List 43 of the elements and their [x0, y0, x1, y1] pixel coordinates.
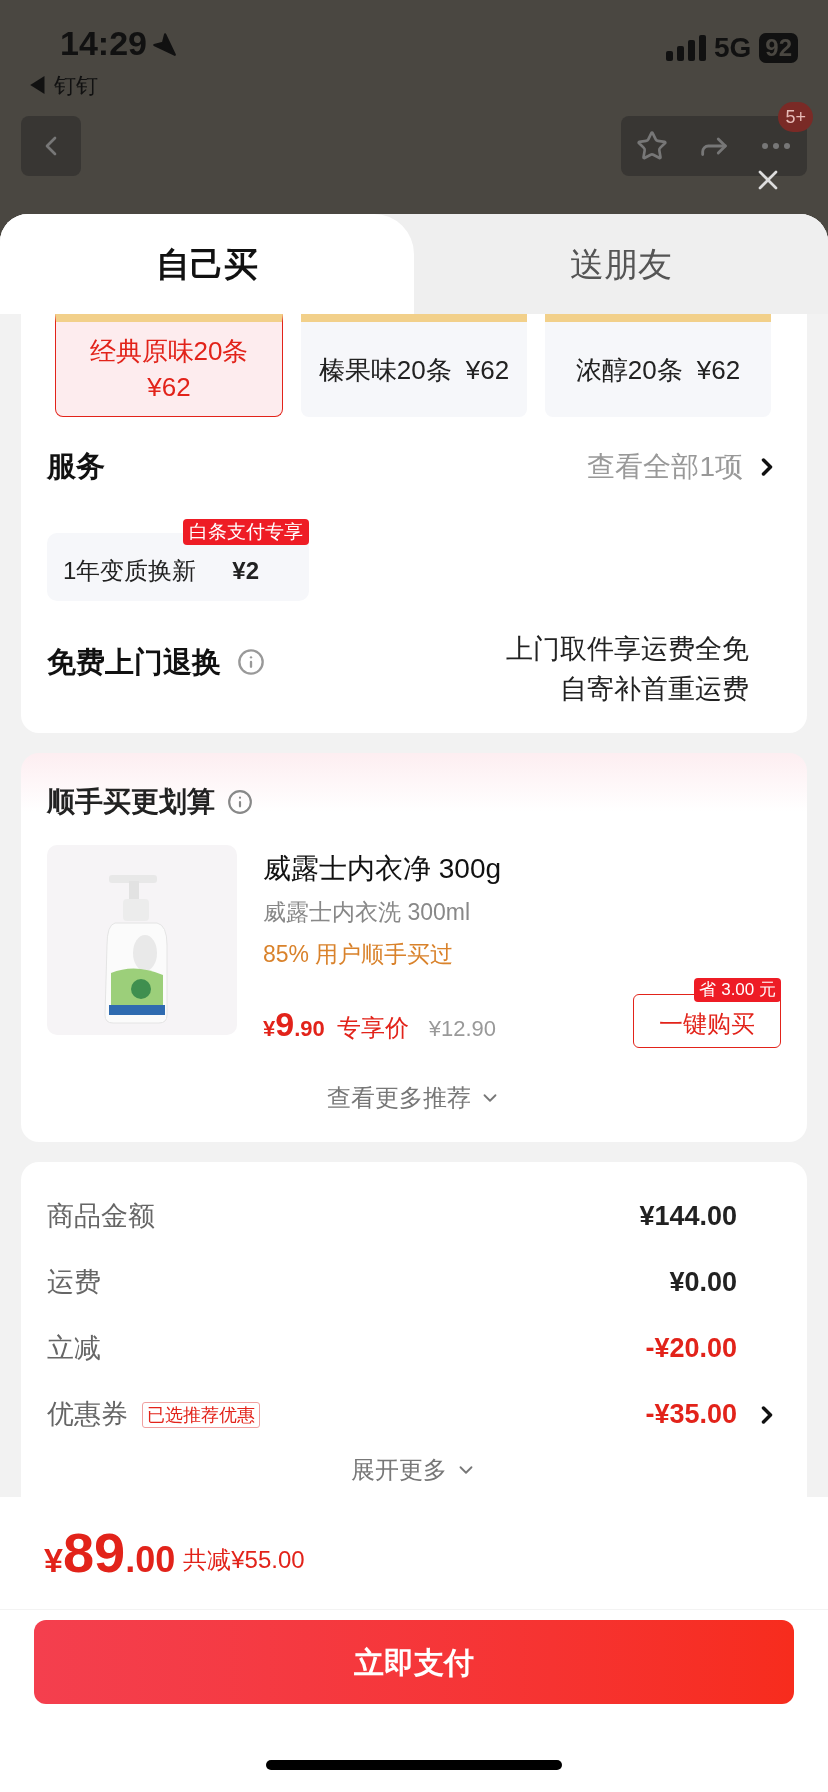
summary-value: -¥35.00 — [645, 1398, 737, 1432]
section-title: 免费上门退换 — [47, 644, 221, 680]
tab[interactable]: 自己买 — [0, 214, 414, 314]
original-price: ¥12.90 — [428, 1014, 497, 1043]
product-name: 威露士内衣净 300g — [263, 851, 503, 886]
purchase-note: 85% 用户顺手买过 — [263, 940, 455, 969]
product-price: ¥9.90 — [263, 1003, 325, 1045]
info-icon — [227, 788, 253, 815]
back-button[interactable] — [21, 116, 81, 176]
tag: 白条支付专享 — [183, 518, 309, 545]
more-icon — [762, 143, 790, 149]
return-note: 自寄补首重运费 — [560, 672, 749, 706]
summary-value: -¥20.00 — [645, 1332, 737, 1366]
section-title: 顺手买更划算 — [47, 784, 215, 819]
summary-value: ¥0.00 — [669, 1266, 737, 1300]
summary-label: 立减 — [47, 1332, 101, 1366]
summary-label: 优惠券 — [47, 1398, 128, 1432]
notification-badge: 5+ — [778, 102, 813, 132]
expand-more-link[interactable]: 展开更多 — [351, 1451, 477, 1488]
return-note: 上门取件享运费全免 — [506, 632, 749, 666]
summary-label: 商品金额 — [47, 1200, 155, 1234]
pay-button[interactable]: 立即支付 — [34, 1620, 794, 1704]
total-discount: 共减¥55.00 — [183, 1545, 305, 1575]
tag: 已选推荐优惠 — [142, 1401, 260, 1428]
variant-option[interactable]: 榛果味20条 ¥62 — [301, 314, 527, 417]
network-label: 5G — [713, 31, 752, 65]
info-icon — [237, 648, 265, 677]
summary-value: ¥144.00 — [639, 1200, 737, 1234]
star-icon — [636, 130, 668, 162]
savings-tag: 省 3.00 元 — [694, 977, 781, 1002]
signal-icon — [665, 35, 706, 61]
view-all-link[interactable]: 查看全部1项 — [587, 445, 781, 488]
location-icon — [150, 30, 177, 57]
variant-option[interactable]: 浓醇20条 ¥62 — [545, 314, 771, 417]
variant-option[interactable]: 经典原味20条 ¥62 — [55, 314, 283, 417]
section-title: 服务 — [47, 449, 105, 484]
battery-level: 92 — [759, 33, 798, 63]
more-recommendations-link[interactable]: 查看更多推荐 — [327, 1079, 501, 1116]
total-price: ¥89.00 — [44, 1520, 176, 1586]
product-subtitle: 威露士内衣洗 300ml — [263, 897, 472, 927]
status-time: 14:29 — [60, 23, 147, 64]
price-label: 专享价 — [336, 1012, 409, 1043]
summary-label: 运费 — [47, 1266, 101, 1300]
